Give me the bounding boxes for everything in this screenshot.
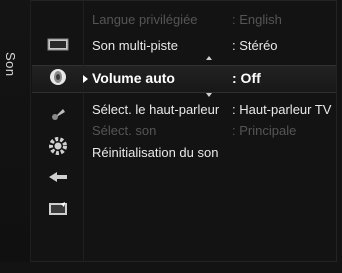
category-sidebar: Son (0, 0, 31, 262)
channel-icon[interactable] (45, 103, 71, 123)
menu-item-label: Volume auto (92, 70, 175, 86)
menu-item-label: Son multi-piste (92, 38, 178, 53)
menu-item-label: Sélect. son (92, 123, 157, 138)
tv-osd-screen: Son Langue privilégiée: English Son mul… (0, 0, 342, 273)
menu-item-value: : Haut-parleur TV (232, 102, 332, 117)
menu-item-label: Sélect. le haut-parleur (92, 102, 220, 117)
menu-item-label: Langue privilégiée (92, 12, 198, 27)
menu-item-value: : English (232, 12, 282, 27)
menu-pointer-icon (83, 75, 88, 83)
picture-icon[interactable] (45, 35, 71, 55)
scroll-up-icon[interactable] (206, 56, 212, 60)
category-title: Son (3, 52, 18, 77)
category-icon-column (31, 0, 84, 262)
menu-item-label: Réinitialisation du son (92, 145, 219, 160)
scroll-down-icon[interactable] (206, 93, 212, 97)
sound-icon[interactable] (45, 67, 71, 87)
application-icon[interactable] (45, 199, 71, 219)
setup-icon[interactable] (45, 136, 71, 156)
input-icon[interactable] (45, 167, 71, 187)
menu-item-value: : Off (232, 70, 261, 86)
menu-item-value: : Stéréo (232, 38, 278, 53)
menu-item-value: : Principale (232, 123, 297, 138)
